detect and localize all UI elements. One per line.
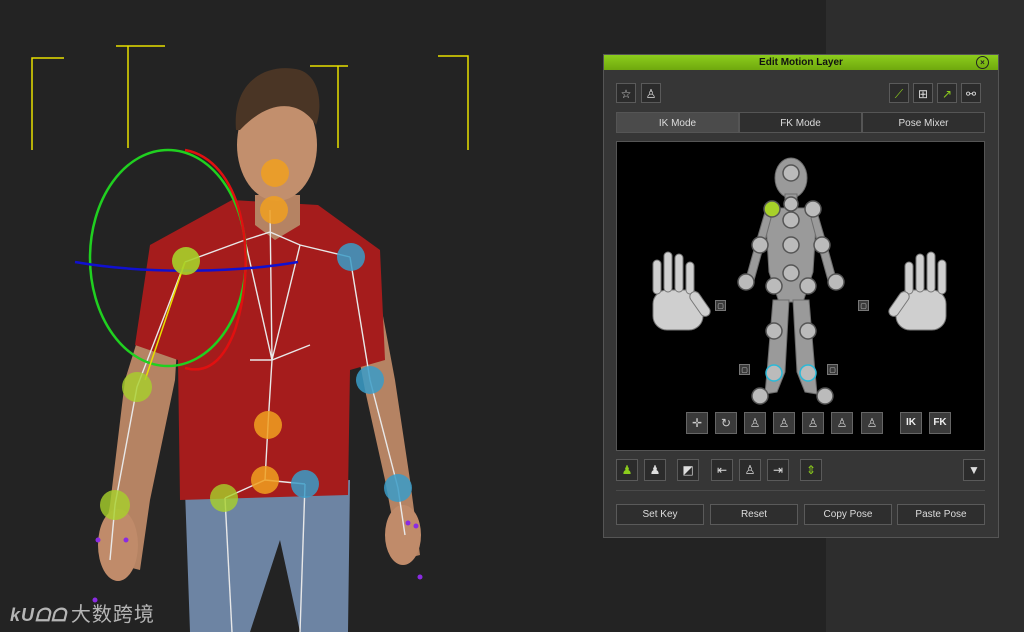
close-circle-icon[interactable]: × [976,56,989,69]
rotate-gizmo-icon[interactable]: ↻ [715,412,737,434]
effector-icon[interactable]: ↗ [937,83,957,103]
tab-ik-mode[interactable]: IK Mode [616,112,739,133]
divider [616,490,985,491]
set-key-button[interactable]: Set Key [616,504,704,525]
lock-icon[interactable]: ▢ [827,364,838,375]
panel-title: Edit Motion Layer [759,57,843,68]
bottom-toolbar: ♟ ♟ ◩ ⇤ ♙ ⇥ ⇕ ▼ [616,459,985,483]
watermark: kUᗝᗝ 大数跨境 [10,598,155,627]
reach-target-icon[interactable]: ☆ [616,83,636,103]
panel-title-bar[interactable]: Edit Motion Layer × [604,55,998,70]
figure-center-icon[interactable]: ♙ [739,459,761,481]
half-body-icon[interactable]: ♟ [644,459,666,481]
mirror-icon[interactable]: ◩ [677,459,699,481]
lock-icon[interactable]: ▢ [739,364,750,375]
pin-figure-icon[interactable]: ♙ [641,83,661,103]
pose-figure-3-icon[interactable]: ♙ [802,412,824,434]
ik-button[interactable]: IK [900,412,922,434]
character-model[interactable] [74,68,423,632]
pose-figure-1-icon[interactable]: ♙ [744,412,766,434]
dropdown-arrow-icon[interactable]: ▼ [963,459,985,481]
lock-icon[interactable]: ▢ [858,300,869,311]
full-body-icon[interactable]: ♟ [616,459,638,481]
bone-select-icon[interactable]: ⟋ [889,83,909,103]
group-select-icon[interactable]: ⊞ [913,83,933,103]
pose-figure-2-icon[interactable]: ♙ [773,412,795,434]
lock-icon[interactable]: ▢ [715,300,726,311]
right-hand-icon[interactable] [887,251,947,331]
paste-pose-button[interactable]: Paste Pose [897,504,985,525]
tab-fk-mode[interactable]: FK Mode [739,112,862,133]
left-hand-icon[interactable] [652,251,712,331]
copy-pose-button[interactable]: Copy Pose [804,504,892,525]
flip-left-icon[interactable]: ⇤ [711,459,733,481]
pose-editor-area[interactable]: ▢ ▢ ▢ ▢ ✛ ↻ ♙ ♙ ♙ ♙ ♙ IK FK [616,141,985,451]
watermark-logo: kUᗝᗝ [10,605,67,625]
pose-figure-5-icon[interactable]: ♙ [861,412,883,434]
align-icon[interactable]: ⇕ [800,459,822,481]
fk-button[interactable]: FK [929,412,951,434]
edit-motion-layer-panel: Edit Motion Layer × ☆ ♙ ⟋ ⊞ ↗ ⚯ IK Mode … [603,54,999,538]
body-map[interactable] [617,142,984,450]
link-icon[interactable]: ⚯ [961,83,981,103]
move-gizmo-icon[interactable]: ✛ [686,412,708,434]
reset-button[interactable]: Reset [710,504,798,525]
mode-tabs: IK Mode FK Mode Pose Mixer [616,112,985,133]
watermark-text: 大数跨境 [70,604,155,626]
flip-right-icon[interactable]: ⇥ [767,459,789,481]
pose-figure-4-icon[interactable]: ♙ [831,412,853,434]
tab-pose-mixer[interactable]: Pose Mixer [862,112,985,133]
